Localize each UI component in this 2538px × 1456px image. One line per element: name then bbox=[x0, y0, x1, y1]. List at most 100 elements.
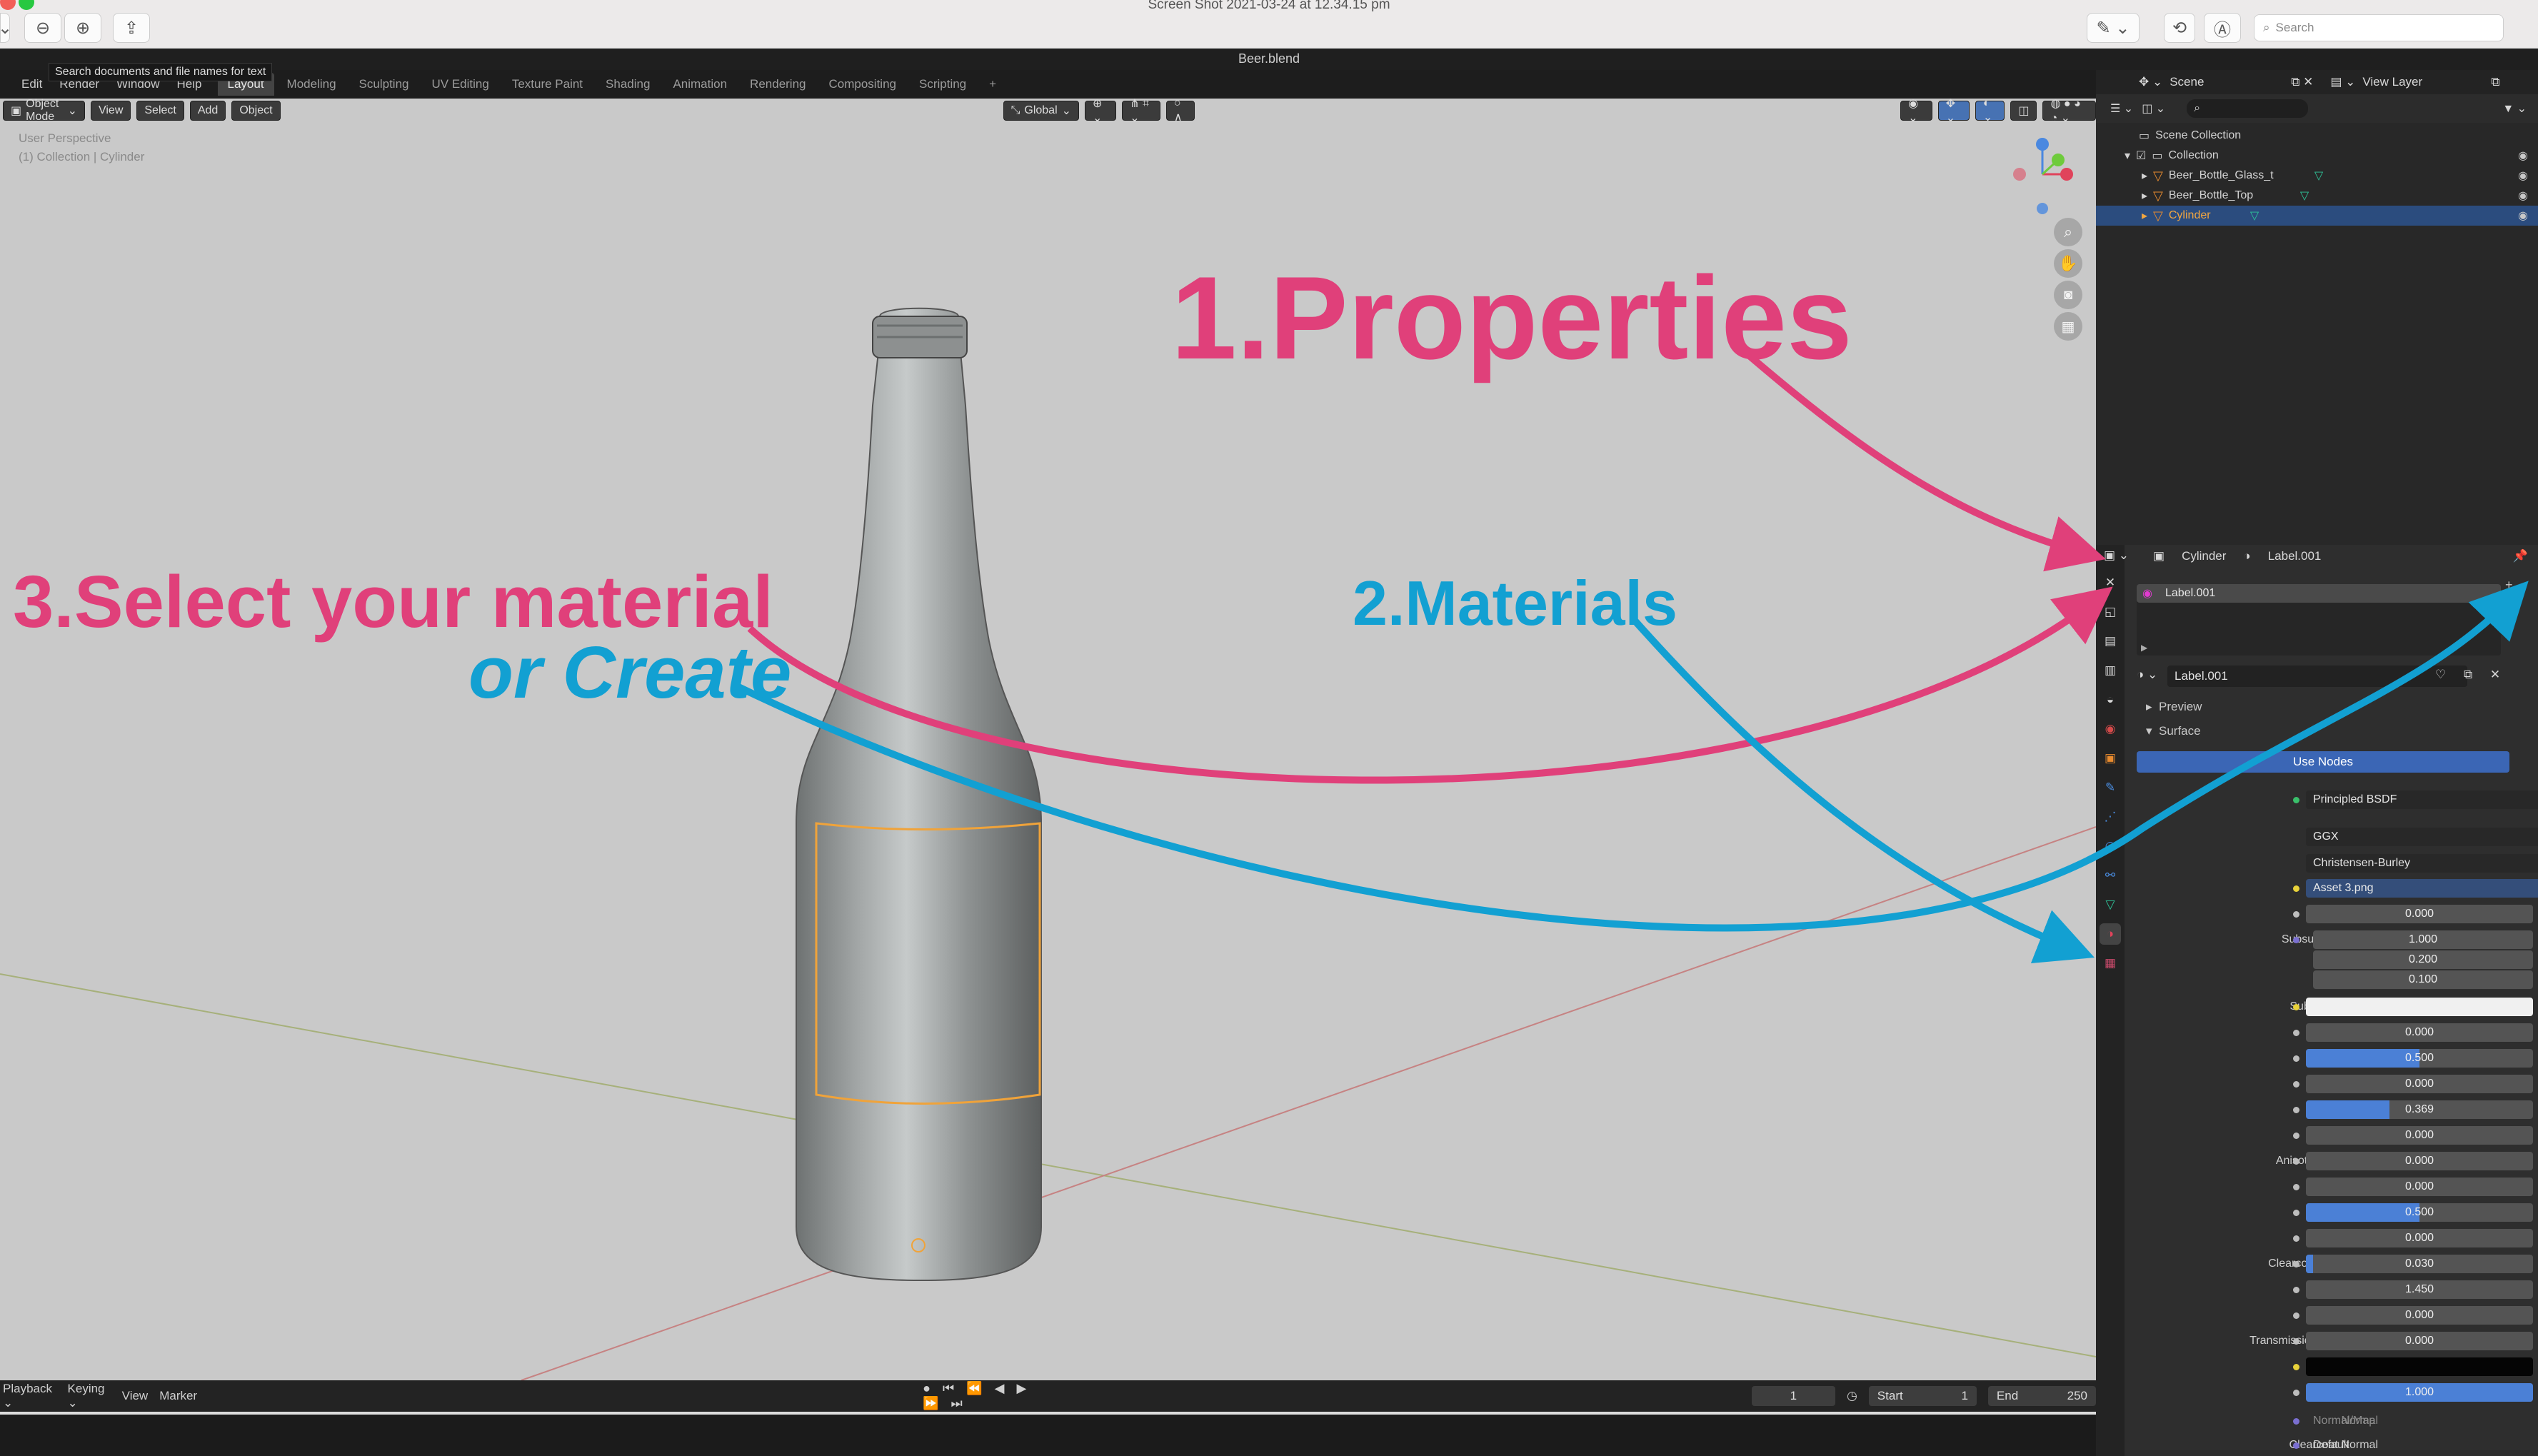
clearcoat-slider[interactable]: 0.000 bbox=[2306, 1229, 2533, 1247]
constraint-tab-icon[interactable]: ⚯ bbox=[2100, 865, 2121, 886]
gizmo-icon[interactable]: ✥ ⌄ bbox=[1937, 98, 1970, 124]
specular-slider[interactable]: 0.500 bbox=[2306, 1049, 2533, 1068]
tab-scripting[interactable]: Scripting bbox=[909, 73, 976, 96]
filter-view-icon[interactable]: ◫ ⌄ bbox=[2142, 101, 2165, 116]
metallic-slider[interactable]: 0.000 bbox=[2306, 1023, 2533, 1042]
expand-icon[interactable]: ▸ bbox=[2142, 169, 2147, 183]
start-frame-field[interactable]: Start 1 bbox=[1868, 1386, 1977, 1406]
viewport-menu-object[interactable]: Object bbox=[231, 101, 281, 121]
preview-section-header[interactable]: ▸ Preview bbox=[2125, 697, 2202, 717]
object-mode-dropdown[interactable]: ▣ Object Mode ⌄ bbox=[3, 98, 85, 123]
timeline-menu-marker[interactable]: Marker bbox=[159, 1389, 197, 1403]
clearcoat-normal-input[interactable]: Default bbox=[2313, 1435, 2349, 1455]
tab-rendering[interactable]: Rendering bbox=[740, 73, 816, 96]
subsurface-radius-x[interactable]: 1.000 bbox=[2313, 930, 2533, 949]
playback-controls-icon[interactable]: ● ⏮ ⏪ ◀ ▶ ⏩ ⏭ bbox=[923, 1381, 1058, 1411]
physics-tab-icon[interactable]: ◎ bbox=[2100, 835, 2121, 857]
orientation-dropdown[interactable]: ⤡ Global ⌄ bbox=[1003, 101, 1080, 121]
zoom-icon[interactable]: ⌕ bbox=[2054, 218, 2082, 246]
overlay-icon[interactable]: ◐ ⌄ bbox=[1975, 97, 2005, 124]
tool-tab-icon[interactable]: ✕ bbox=[2100, 572, 2121, 593]
particles-tab-icon[interactable]: ⋰ bbox=[2100, 806, 2121, 828]
eye-icon[interactable]: ◉ bbox=[2518, 149, 2528, 163]
eye-icon[interactable]: ◉ bbox=[2518, 169, 2528, 183]
clearcoat-roughness-slider[interactable]: 0.030 bbox=[2306, 1255, 2533, 1273]
checkbox-icon[interactable]: ☑ bbox=[2136, 149, 2146, 163]
subsurface-method-select[interactable]: Christensen-Burley bbox=[2306, 854, 2538, 873]
tab-animation[interactable]: Animation bbox=[663, 73, 737, 96]
outliner-row-collection[interactable]: ▾ ☑ ▭ Collection ◉ bbox=[2096, 146, 2538, 166]
outliner-row-beer-bottle-top[interactable]: ▸ ▽ Beer_Bottle_Top ▽ ◉ bbox=[2096, 186, 2538, 206]
snap-icon[interactable]: ⋔ ⌗ ⌄ bbox=[1122, 98, 1160, 124]
expand-icon[interactable]: ▾ bbox=[2125, 149, 2130, 163]
chevron-down-icon[interactable]: ⌄ bbox=[0, 13, 12, 43]
slot-add-remove-icons[interactable]: + − ⌄ bbox=[2505, 575, 2516, 635]
emission-color-swatch[interactable] bbox=[2306, 1357, 2533, 1376]
scene-tab-icon[interactable]: ◒ bbox=[2100, 689, 2121, 711]
bottle-mesh[interactable] bbox=[796, 307, 1042, 1282]
viewport-menu-add[interactable]: Add bbox=[189, 101, 226, 121]
add-workspace-icon[interactable]: + bbox=[979, 73, 1006, 96]
expand-icon[interactable]: ▶ bbox=[2141, 643, 2147, 653]
tab-sculpting[interactable]: Sculpting bbox=[349, 73, 419, 96]
transmission-slider[interactable]: 0.000 bbox=[2306, 1306, 2533, 1325]
distribution-select[interactable]: GGX bbox=[2306, 828, 2538, 846]
sheen-slider[interactable]: 0.000 bbox=[2306, 1178, 2533, 1196]
expand-icon[interactable]: ▸ bbox=[2142, 189, 2147, 203]
current-frame-field[interactable]: 1 bbox=[1751, 1386, 1835, 1406]
viewport-menu-select[interactable]: Select bbox=[136, 101, 184, 121]
output-tab-icon[interactable]: ▤ bbox=[2100, 631, 2121, 652]
ior-field[interactable]: 1.450 bbox=[2306, 1280, 2533, 1299]
outliner-search-input[interactable]: ⌕ bbox=[2187, 99, 2309, 118]
viewport-menu-view[interactable]: View bbox=[90, 101, 131, 121]
expand-icon[interactable]: ▸ bbox=[2142, 209, 2147, 223]
search-field[interactable]: ⌕ Search bbox=[2254, 14, 2504, 41]
outliner-row-cylinder[interactable]: ▸ ▽ Cylinder ▽ ◉ bbox=[2096, 206, 2538, 226]
texture-tab-icon[interactable]: ▦ bbox=[2100, 953, 2121, 974]
surface-shader-select[interactable]: Principled BSDF bbox=[2306, 790, 2538, 809]
tab-uv-editing[interactable]: UV Editing bbox=[421, 73, 498, 96]
use-nodes-button[interactable]: Use Nodes bbox=[2137, 751, 2509, 773]
anisotropic-rotation-slider[interactable]: 0.000 bbox=[2306, 1152, 2533, 1170]
render-tab-icon[interactable]: ◱ bbox=[2100, 601, 2121, 623]
specular-tint-slider[interactable]: 0.000 bbox=[2306, 1075, 2533, 1093]
filter-icon[interactable]: ▼ ⌄ bbox=[2502, 101, 2527, 116]
timeline-menu-playback[interactable]: Playback ⌄ bbox=[3, 1382, 56, 1410]
data-tab-icon[interactable]: ▽ bbox=[2100, 894, 2121, 915]
anisotropic-slider[interactable]: 0.000 bbox=[2306, 1126, 2533, 1145]
timeline-menu-view[interactable]: View bbox=[122, 1389, 149, 1403]
axis-gizmo[interactable] bbox=[2000, 129, 2085, 221]
tab-texture-paint[interactable]: Texture Paint bbox=[502, 73, 593, 96]
end-frame-field[interactable]: End 250 bbox=[1987, 1386, 2097, 1406]
tab-modeling[interactable]: Modeling bbox=[277, 73, 346, 96]
pivot-icon[interactable]: ⊕ ⌄ bbox=[1085, 98, 1117, 124]
share-icon[interactable]: ⇪ bbox=[113, 13, 150, 43]
modifier-tab-icon[interactable]: ✎ bbox=[2100, 777, 2121, 798]
subsurface-slider[interactable]: 0.000 bbox=[2306, 905, 2533, 923]
alpha-slider[interactable]: 1.000 bbox=[2306, 1383, 2533, 1402]
timeline-menu-keying[interactable]: Keying ⌄ bbox=[68, 1382, 111, 1410]
view-layer-name[interactable]: View Layer bbox=[2362, 75, 2484, 89]
grid-icon[interactable]: ▦ bbox=[2054, 312, 2082, 341]
rotate-icon[interactable]: ⟲ bbox=[2164, 13, 2195, 43]
material-slot-row[interactable]: ◉ Label.001 bbox=[2137, 584, 2501, 603]
roughness-slider[interactable]: 0.369 bbox=[2306, 1100, 2533, 1119]
zoom-out-icon[interactable]: ⊖ bbox=[24, 13, 61, 43]
shading-modes-icon[interactable]: ◍ ● ◕ ◔ ⌄ bbox=[2042, 98, 2097, 124]
subsurface-radius-z[interactable]: 0.100 bbox=[2313, 970, 2533, 989]
scene-name[interactable]: Scene bbox=[2170, 75, 2284, 89]
zoom-in-icon[interactable]: ⊕ bbox=[64, 13, 101, 43]
eye-icon[interactable]: ◉ bbox=[2518, 209, 2528, 223]
pan-hand-icon[interactable]: ✋ bbox=[2054, 249, 2082, 278]
material-actions-icons[interactable]: ♡ ⧉ ✕ bbox=[2435, 668, 2507, 682]
tab-shading[interactable]: Shading bbox=[596, 73, 660, 96]
markup-pen-icon[interactable]: ✎ ⌄ bbox=[2087, 13, 2140, 43]
outliner-row-scene-collection[interactable]: ▭ Scene Collection bbox=[2096, 126, 2538, 146]
surface-section-header[interactable]: ▾ Surface bbox=[2125, 721, 2201, 741]
tab-compositing[interactable]: Compositing bbox=[819, 73, 907, 96]
markup-icon[interactable]: Ⓐ bbox=[2204, 13, 2241, 43]
transmission-roughness-slider[interactable]: 0.000 bbox=[2306, 1332, 2533, 1350]
menu-edit[interactable]: Edit bbox=[14, 74, 49, 94]
object-tab-icon[interactable]: ▣ bbox=[2100, 748, 2121, 769]
outliner-row-beer-bottle-glass[interactable]: ▸ ▽ Beer_Bottle_Glass_t ▽ ◉ bbox=[2096, 166, 2538, 186]
